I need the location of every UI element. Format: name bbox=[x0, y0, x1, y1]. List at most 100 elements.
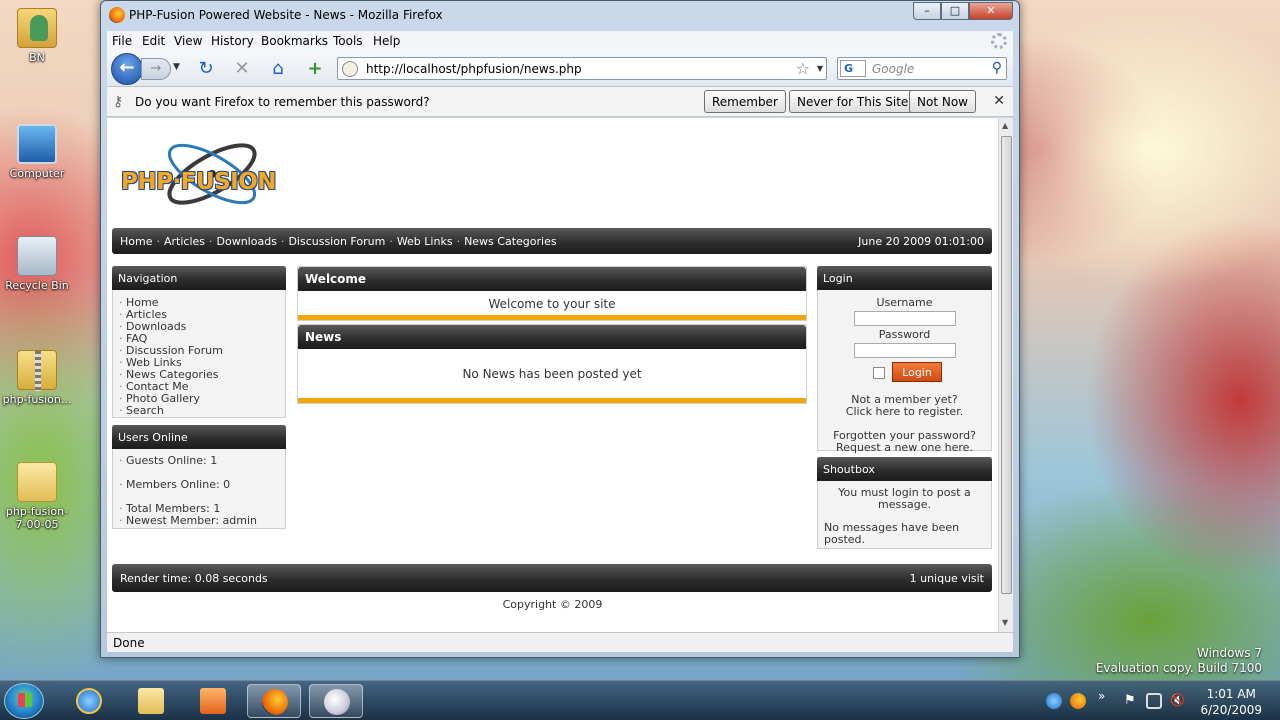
close-button[interactable]: ✕ bbox=[969, 2, 1013, 20]
back-button[interactable]: ← bbox=[111, 53, 143, 85]
scroll-down-icon[interactable]: ▼ bbox=[1002, 618, 1008, 627]
menu-edit[interactable]: Edit bbox=[142, 34, 165, 48]
welcome-panel: Welcome Welcome to your site bbox=[297, 266, 807, 321]
menu-bookmarks[interactable]: Bookmarks bbox=[261, 34, 328, 48]
firefox-taskbar-icon bbox=[262, 689, 288, 715]
main-menu-downloads[interactable]: Downloads bbox=[217, 235, 277, 248]
scroll-up-icon[interactable]: ▲ bbox=[1002, 121, 1008, 130]
zip-folder-icon bbox=[17, 350, 57, 391]
history-dropdown-icon[interactable]: ▼ bbox=[173, 62, 180, 72]
taskbar-internet-explorer[interactable] bbox=[62, 684, 116, 718]
taskbar-media-player[interactable] bbox=[186, 684, 240, 718]
computer-icon bbox=[17, 124, 57, 164]
taskbar-firefox[interactable] bbox=[247, 684, 301, 718]
back-arrow-icon: ← bbox=[119, 57, 135, 78]
remember-me-checkbox[interactable] bbox=[873, 367, 885, 379]
firefox-window: PHP-Fusion Powered Website - News - Mozi… bbox=[100, 0, 1020, 658]
shoutbox-title: Shoutbox bbox=[817, 457, 992, 481]
unique-visits: 1 unique visit bbox=[909, 572, 984, 585]
login-title: Login bbox=[817, 266, 992, 290]
watermark-line-1: Windows 7 bbox=[1196, 646, 1262, 660]
menu-help[interactable]: Help bbox=[373, 34, 400, 48]
action-center-flag-icon[interactable]: ⚑ bbox=[1124, 693, 1140, 709]
network-icon[interactable] bbox=[1146, 693, 1162, 709]
taskbar-paint[interactable] bbox=[309, 684, 363, 718]
nav-link-search[interactable]: Search bbox=[119, 405, 281, 417]
internet-explorer-icon bbox=[76, 688, 102, 714]
search-icon[interactable]: ⚲ bbox=[992, 60, 1002, 76]
login-button[interactable]: Login bbox=[892, 362, 942, 382]
search-bar[interactable]: G Google ⚲ bbox=[837, 57, 1007, 80]
desktop-icon-recycle-bin[interactable]: Recycle Bin bbox=[0, 236, 74, 292]
start-button[interactable] bbox=[4, 683, 44, 719]
register-link[interactable]: Click here to register. bbox=[818, 406, 991, 418]
menu-view[interactable]: View bbox=[174, 34, 202, 48]
main-menu-news-categories[interactable]: News Categories bbox=[464, 235, 557, 248]
main-menu-home[interactable]: Home bbox=[120, 235, 152, 248]
url-bar[interactable]: http://localhost/phpfusion/news.php ☆ ▼ bbox=[337, 57, 827, 80]
stop-icon[interactable]: ✕ bbox=[231, 58, 253, 80]
menu-file[interactable]: File bbox=[112, 34, 132, 48]
shoutbox-panel: Shoutbox You must login to post a messag… bbox=[817, 457, 992, 549]
main-menu-web-links[interactable]: Web Links bbox=[397, 235, 453, 248]
search-engine-icon[interactable]: G bbox=[840, 60, 866, 77]
news-panel: News No News has been posted yet bbox=[297, 324, 807, 404]
guests-online: Guests Online: 1 bbox=[119, 455, 281, 467]
never-for-this-site-button[interactable]: Never for This Site bbox=[789, 90, 917, 113]
request-password-link[interactable]: Request a new one here. bbox=[818, 442, 991, 454]
menu-history[interactable]: History bbox=[211, 34, 254, 48]
desktop-icon-php-fusion-zip[interactable]: php-fusion... bbox=[0, 350, 74, 406]
desktop-icon-label: Computer bbox=[9, 167, 65, 180]
maximize-button[interactable]: □ bbox=[941, 2, 969, 20]
render-time: Render time: 0.08 seconds bbox=[120, 572, 268, 585]
home-icon[interactable]: ⌂ bbox=[267, 58, 289, 80]
tray-firefox-icon[interactable] bbox=[1070, 693, 1086, 709]
title-bar[interactable]: PHP-Fusion Powered Website - News - Mozi… bbox=[101, 1, 1019, 29]
desktop-icon-bn[interactable]: BN bbox=[0, 8, 74, 64]
recycle-bin-icon bbox=[17, 236, 57, 276]
welcome-text: Welcome to your site bbox=[488, 297, 616, 311]
user-folder-icon bbox=[17, 8, 57, 48]
firefox-icon bbox=[109, 7, 125, 23]
taskbar-explorer[interactable] bbox=[124, 684, 178, 718]
desktop-icon-php-fusion-folder[interactable]: php-fusion-7-00-05 bbox=[0, 462, 74, 531]
explorer-folder-icon bbox=[138, 688, 164, 714]
status-text: Done bbox=[113, 636, 145, 650]
password-notification-bar: ⚷ Do you want Firefox to remember this p… bbox=[107, 87, 1013, 117]
clock[interactable]: 1:01 AM 6/20/2009 bbox=[1200, 686, 1262, 718]
minimize-button[interactable]: – bbox=[913, 2, 941, 20]
clock-date: 6/20/2009 bbox=[1200, 703, 1262, 717]
windows-logo-icon bbox=[18, 693, 32, 707]
remember-button[interactable]: Remember bbox=[704, 90, 786, 113]
show-hidden-icons-icon[interactable]: » bbox=[1098, 689, 1114, 705]
members-online: Members Online: 0 bbox=[119, 479, 281, 491]
window-controls: – □ ✕ bbox=[913, 2, 1013, 22]
main-menu-articles[interactable]: Articles bbox=[164, 235, 205, 248]
vertical-scrollbar[interactable]: ▲ ▼ bbox=[998, 118, 1013, 632]
close-notification-icon[interactable]: ✕ bbox=[993, 93, 1005, 109]
desktop-icon-label: Recycle Bin bbox=[5, 279, 69, 292]
main-menu-discussion-forum[interactable]: Discussion Forum bbox=[288, 235, 385, 248]
welcome-title: Welcome bbox=[298, 267, 806, 291]
volume-muted-icon[interactable]: 🔇 bbox=[1170, 693, 1186, 709]
reload-icon[interactable]: ↻ bbox=[195, 58, 217, 80]
password-input[interactable] bbox=[853, 343, 956, 358]
scrollbar-thumb[interactable] bbox=[1001, 136, 1012, 594]
not-now-button[interactable]: Not Now bbox=[909, 90, 976, 113]
forward-arrow-icon: → bbox=[150, 61, 162, 76]
username-input[interactable] bbox=[853, 311, 956, 326]
forward-button[interactable]: → bbox=[141, 58, 171, 80]
folder-icon bbox=[17, 462, 57, 502]
url-dropdown-icon[interactable]: ▼ bbox=[817, 64, 823, 73]
desktop-icon-computer[interactable]: Computer bbox=[0, 124, 74, 180]
shoutbox-no-messages: No messages have been posted. bbox=[824, 521, 960, 546]
add-bookmark-icon[interactable]: + bbox=[304, 58, 326, 80]
menu-tools[interactable]: Tools bbox=[333, 34, 363, 48]
newest-member[interactable]: Newest Member: admin bbox=[119, 515, 281, 527]
news-title: News bbox=[298, 325, 806, 349]
tray-ie-icon[interactable] bbox=[1046, 693, 1062, 709]
bookmark-star-icon[interactable]: ☆ bbox=[796, 59, 810, 78]
copyright: Copyright © 2009 bbox=[502, 598, 603, 611]
site-footer-bar: Render time: 0.08 seconds 1 unique visit bbox=[112, 564, 992, 592]
php-fusion-logo[interactable]: PHP·FUSION bbox=[117, 132, 337, 212]
